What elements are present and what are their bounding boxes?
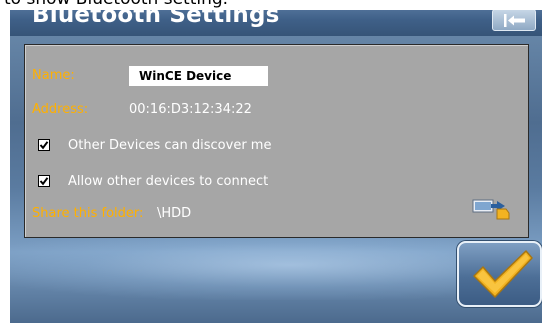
share-folder-label: Share this folder: [32,206,144,221]
address-value: 00:16:D3:12:34:22 [129,102,252,117]
caption-strip: to show Bluetooth setting. [0,0,542,10]
folder-browse-icon [472,199,510,220]
discoverable-checkbox[interactable] [38,139,50,151]
address-label: Address: [32,102,89,117]
back-arrow-icon [504,14,525,27]
checkmark-icon [473,250,533,298]
ok-button[interactable] [457,241,542,307]
name-label: Name: [32,68,75,83]
allow-connect-label[interactable]: Allow other devices to connect [68,174,268,189]
caption-text: to show Bluetooth setting. [4,0,228,9]
settings-panel: Name: Address: 00:16:D3:12:34:22 Other D… [24,44,529,238]
allow-connect-checkbox[interactable] [38,175,50,187]
discoverable-label[interactable]: Other Devices can discover me [68,138,271,153]
check-icon [39,141,49,150]
device-screen: Bluetooth Settings Name: Address: 00:16:… [10,0,542,323]
device-name-field[interactable] [129,66,268,86]
check-icon [39,177,49,186]
folder-browse-button[interactable] [471,195,511,225]
back-button[interactable] [492,9,536,31]
share-folder-value: \HDD [157,206,192,221]
